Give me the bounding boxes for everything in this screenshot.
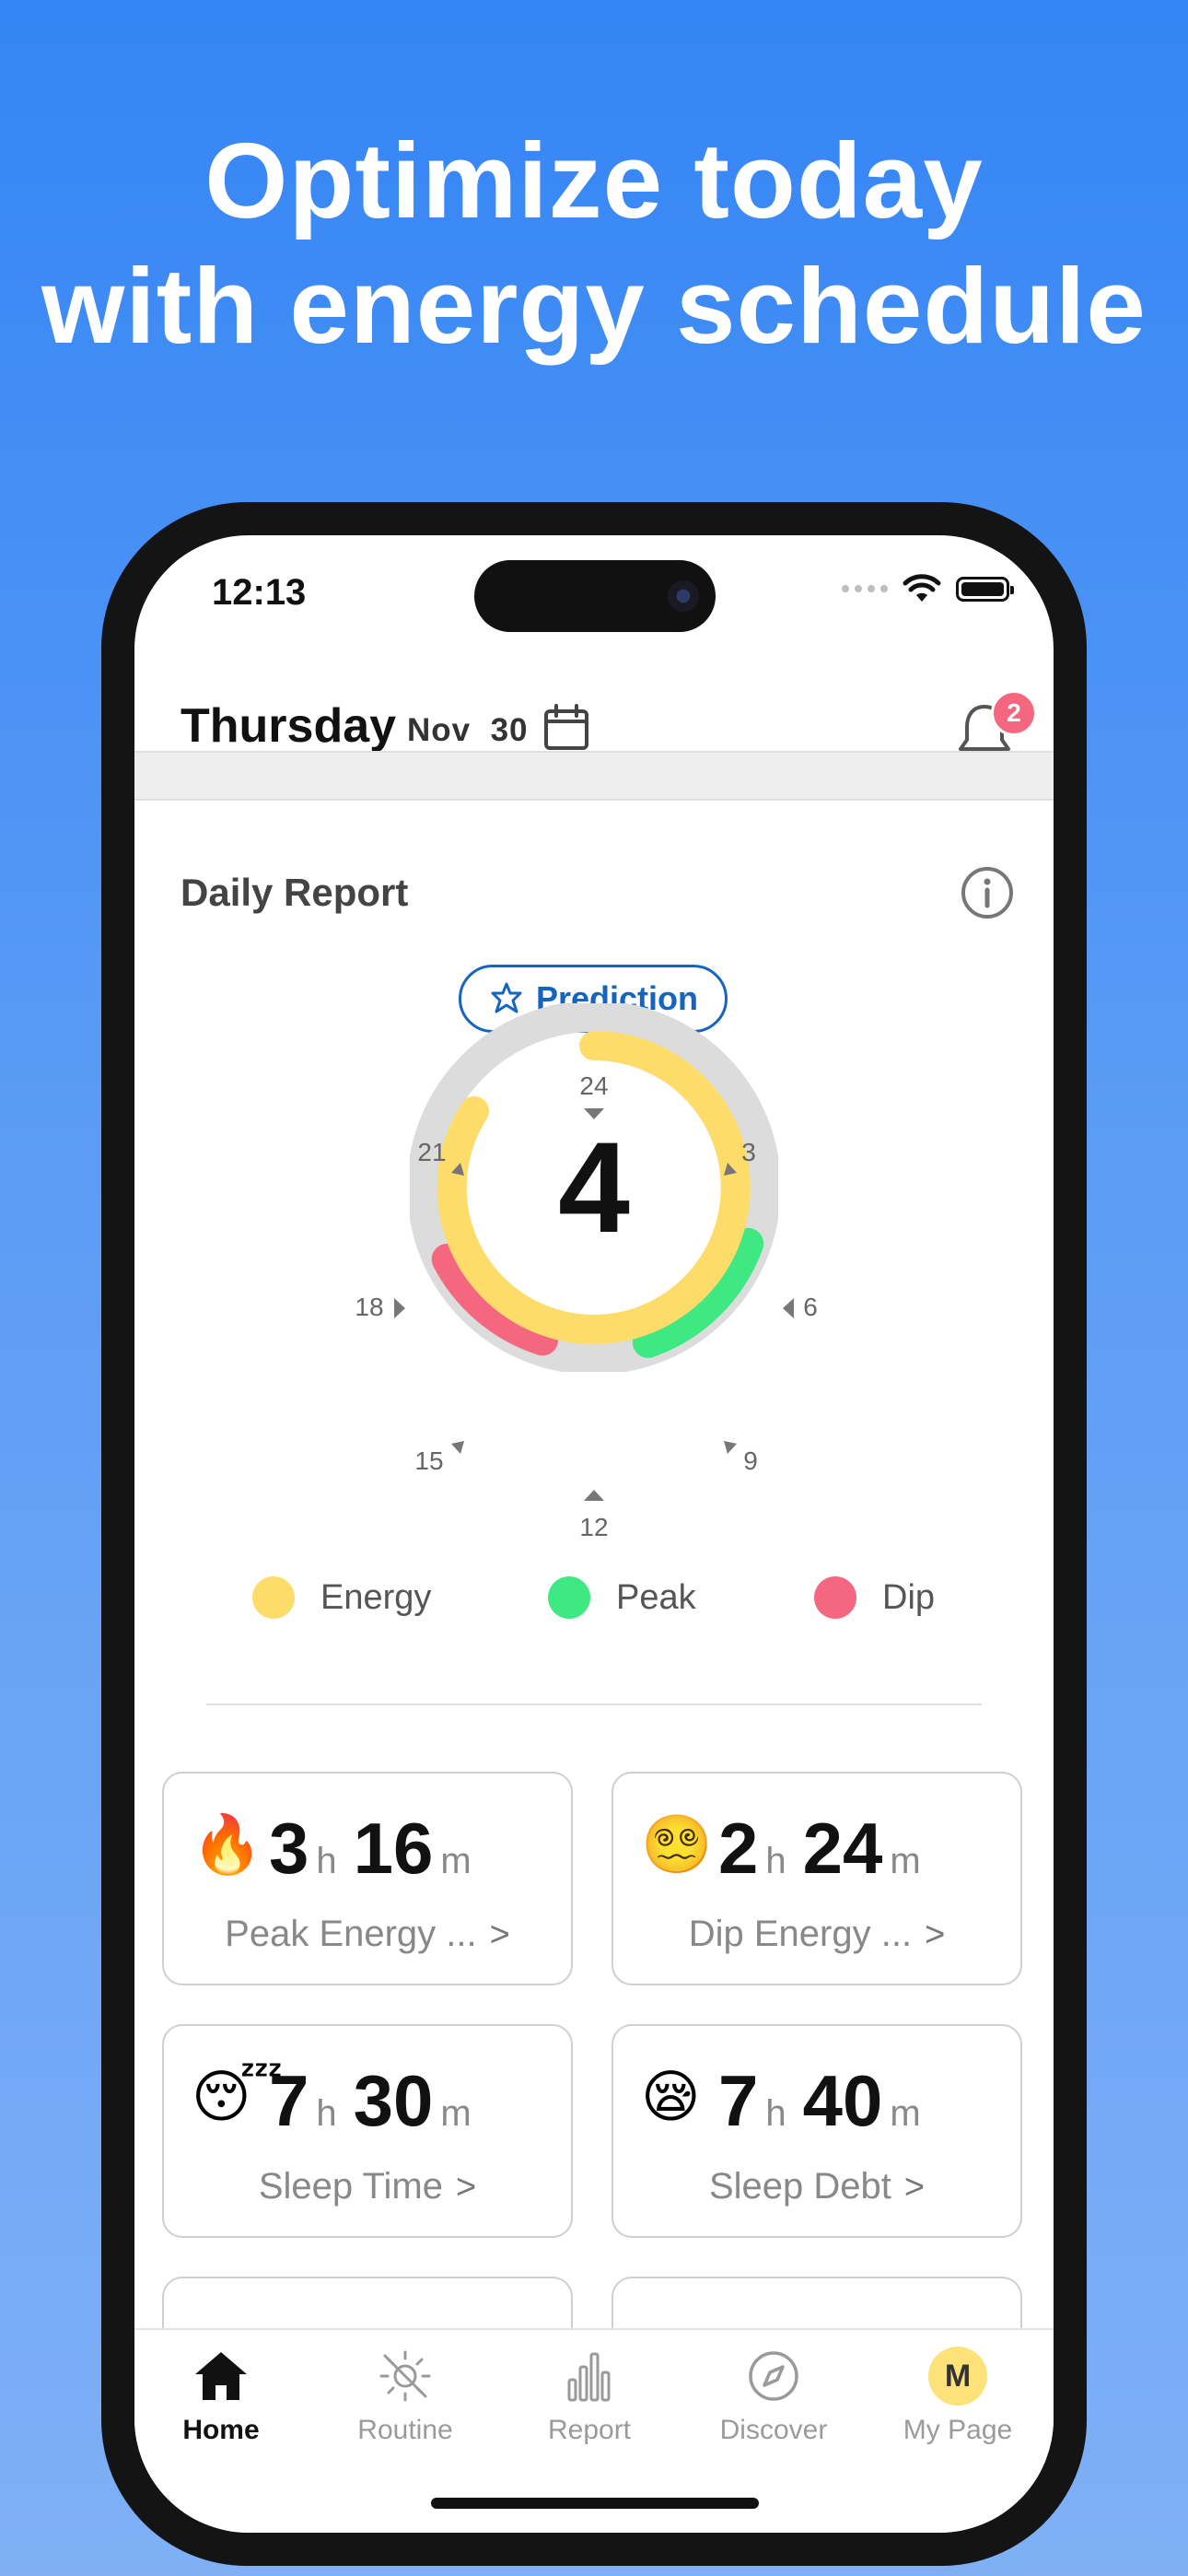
sleep-time-duration: 7h 30 m bbox=[269, 2059, 488, 2143]
phone-screen: 12:13 Thursday Nov 30 2 Daily Report Pre… bbox=[134, 535, 1054, 2533]
chevron-right-icon: > bbox=[903, 2168, 926, 2207]
dial-tick-arrows bbox=[394, 1108, 794, 1501]
home-indicator[interactable] bbox=[431, 2498, 759, 2509]
tab-my-page-label: My Page bbox=[903, 2415, 1013, 2445]
minutes-value: 40 bbox=[802, 2060, 883, 2141]
compass-icon bbox=[749, 2351, 798, 2401]
fire-icon: 🔥 bbox=[192, 1810, 263, 1878]
tab-routine[interactable]: Routine bbox=[322, 2347, 488, 2446]
hours-value: 2 bbox=[718, 1808, 759, 1889]
hours-unit: h bbox=[316, 2093, 337, 2134]
legend-energy-dot bbox=[252, 1576, 295, 1619]
legend-energy-label: Energy bbox=[320, 1577, 432, 1617]
minutes-value: 24 bbox=[802, 1808, 883, 1889]
hours-value: 7 bbox=[718, 2060, 759, 2141]
tab-routine-label: Routine bbox=[357, 2415, 453, 2445]
bar-chart-icon bbox=[567, 2352, 611, 2402]
minutes-unit: m bbox=[890, 1841, 921, 1881]
chevron-right-icon: > bbox=[925, 1915, 946, 1954]
dip-energy-duration: 2h 24 m bbox=[718, 1807, 938, 1891]
phone-frame: 12:13 Thursday Nov 30 2 Daily Report Pre… bbox=[101, 502, 1087, 2566]
peak-energy-card[interactable]: 🔥 3h 16 m Peak Energy ... > bbox=[162, 1772, 573, 1985]
sleep-debt-label: Sleep Debt > bbox=[613, 2166, 1020, 2207]
avatar: M bbox=[928, 2347, 987, 2406]
dial-legend: Energy Peak Dip bbox=[134, 1576, 1054, 1632]
card-label: Dip Energy ... bbox=[688, 1914, 913, 1954]
hours-unit: h bbox=[316, 1841, 337, 1881]
legend-energy: Energy bbox=[252, 1576, 431, 1619]
sleep-time-label: Sleep Time > bbox=[164, 2166, 571, 2207]
sleep-debt-duration: 7h 40 m bbox=[718, 2059, 938, 2143]
legend-peak-label: Peak bbox=[616, 1577, 696, 1617]
headline-line-1: Optimize today bbox=[204, 121, 984, 240]
chevron-right-icon: > bbox=[455, 2168, 477, 2207]
headline-line-2: with energy schedule bbox=[41, 246, 1147, 366]
tab-my-page[interactable]: M My Page bbox=[875, 2347, 1041, 2446]
hours-value: 7 bbox=[269, 2060, 309, 2141]
tab-home-label: Home bbox=[182, 2415, 260, 2445]
tab-report[interactable]: Report bbox=[507, 2347, 672, 2446]
headline: Optimize today with energy schedule bbox=[0, 118, 1188, 369]
home-icon bbox=[195, 2352, 247, 2400]
legend-dip-label: Dip bbox=[882, 1577, 936, 1617]
card-label: Sleep Time bbox=[258, 2166, 443, 2207]
chevron-right-icon: > bbox=[489, 1915, 510, 1954]
card-label: Peak Energy ... bbox=[225, 1914, 477, 1954]
legend-dip-dot bbox=[814, 1576, 856, 1619]
card-label: Sleep Debt bbox=[708, 2166, 891, 2207]
legend-dip: Dip bbox=[814, 1576, 935, 1619]
minutes-unit: m bbox=[890, 2093, 921, 2134]
peak-energy-duration: 3h 16 m bbox=[269, 1807, 488, 1891]
tab-discover[interactable]: Discover bbox=[691, 2347, 856, 2446]
divider bbox=[206, 1704, 982, 1705]
legend-peak: Peak bbox=[548, 1576, 696, 1619]
tab-report-label: Report bbox=[547, 2415, 632, 2445]
dip-energy-card[interactable]: 😵‍💫 2h 24 m Dip Energy ... > bbox=[611, 1772, 1022, 1985]
minutes-value: 16 bbox=[353, 1808, 434, 1889]
sun-off-icon bbox=[379, 2350, 431, 2402]
tab-home[interactable]: Home bbox=[138, 2347, 304, 2446]
sleep-debt-card[interactable]: 😪 7h 40 m Sleep Debt > bbox=[611, 2024, 1022, 2238]
minutes-value: 30 bbox=[353, 2060, 434, 2141]
dip-energy-label: Dip Energy ... > bbox=[613, 1914, 1020, 1955]
sleep-time-card[interactable]: 😴 7h 30 m Sleep Time > bbox=[162, 2024, 573, 2238]
legend-peak-dot bbox=[548, 1576, 590, 1619]
dizzy-face-icon: 😵‍💫 bbox=[641, 1810, 713, 1878]
sleepy-face-icon: 😪 bbox=[641, 2063, 701, 2130]
hours-value: 3 bbox=[269, 1808, 309, 1889]
peak-energy-label: Peak Energy ... > bbox=[164, 1914, 571, 1955]
minutes-unit: m bbox=[440, 1841, 472, 1881]
hours-unit: h bbox=[765, 1841, 786, 1881]
tab-discover-label: Discover bbox=[719, 2415, 828, 2445]
hours-unit: h bbox=[765, 2093, 786, 2134]
minutes-unit: m bbox=[440, 2093, 472, 2134]
